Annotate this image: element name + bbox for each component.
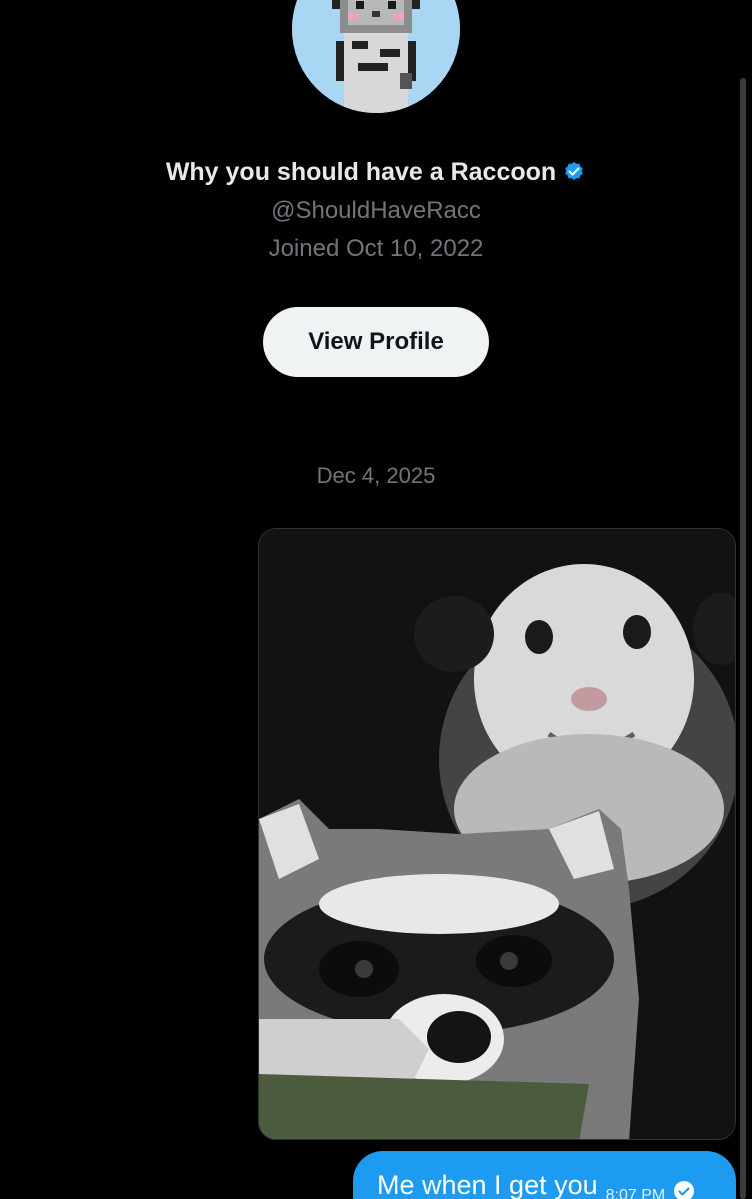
profile-avatar[interactable] (292, 0, 460, 113)
profile-name-row: Why you should have a Raccoon (0, 156, 752, 191)
message-time: 8:07 PM (605, 1187, 666, 1199)
avatar-image (292, 0, 460, 113)
profile-joined-date: Joined Oct 10, 2022 (268, 235, 484, 262)
profile-handle: @ShouldHaveRacc (271, 197, 481, 224)
read-check-icon (673, 1180, 695, 1199)
media-message[interactable] (258, 528, 736, 1140)
profile-display-name: Why you should have a Raccoon (165, 158, 557, 186)
date-separator: Dec 4, 2025 (316, 463, 436, 488)
raccoon-figure (259, 799, 639, 1139)
verified-badge-icon (562, 159, 586, 191)
message-text: Me when I get you (377, 1170, 598, 1199)
view-profile-button[interactable]: View Profile (263, 307, 489, 377)
message-bubble[interactable]: Me when I get you 8:07 PM (353, 1151, 736, 1199)
meme-image (259, 529, 735, 1139)
